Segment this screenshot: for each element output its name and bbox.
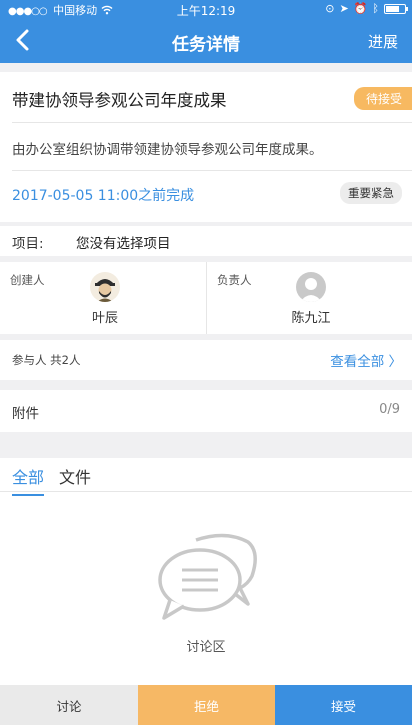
accept-button[interactable]: 接受 [275,685,412,725]
assignee-role-label: 负责人 [217,273,252,287]
lock-rotation-icon: ⊙ [325,2,335,15]
assignee-avatar [296,272,326,302]
location-icon: ➤ [339,2,349,15]
discussion-card: 全部 文件 讨论区 [0,458,412,685]
assignee-section[interactable]: 负责人 陈九江 [206,262,412,334]
status-icons: ⊙ ➤ ⏰ ᛒ [325,2,408,15]
view-all-link[interactable]: 查看全部 〉 [330,350,402,370]
task-info-card: 带建协领导参观公司年度成果 待接受 由办公室组织协调带领建协领导参观公司年度成果… [0,72,412,222]
status-badge: 待接受 [353,87,412,110]
participants-row: 参与人 共2人 查看全部 〉 [0,340,412,380]
battery-level [386,5,399,12]
battery-icon [384,3,408,14]
chat-bubbles-icon [156,524,260,628]
task-description: 由办公室组织协调带领建协领导参观公司年度成果。 [12,142,323,158]
attachments-count: 0/9 [379,402,400,417]
creator-name: 叶辰 [91,311,118,326]
people-card: 创建人 叶辰 负责人 陈九江 [0,262,412,334]
discussion-empty-label: 讨论区 [186,640,226,655]
tab-files[interactable]: 文件 [59,464,91,494]
task-title: 带建协领导参观公司年度成果 [12,91,227,110]
bluetooth-icon: ᛒ [372,2,379,15]
attachments-label: 附件 [12,406,39,422]
bottom-action-bar: 讨论 拒绝 接受 [0,685,412,725]
tabs-divider [0,491,412,492]
assignee-name: 陈九江 [291,311,331,326]
creator-section[interactable]: 创建人 叶辰 [0,262,206,334]
alarm-icon: ⏰ [353,2,368,15]
status-bar: ●●●○○ 中国移动 上午12:19 ⊙ ➤ ⏰ ᛒ [0,0,412,18]
project-value: 您没有选择项目 [76,236,171,252]
project-label: 项目: [12,236,44,252]
discuss-button[interactable]: 讨论 [0,685,138,725]
progress-button[interactable]: 进展 [368,31,398,52]
creator-role-label: 创建人 [10,273,45,287]
divider [12,170,412,171]
creator-avatar [90,272,120,302]
divider [12,122,412,123]
reject-button[interactable]: 拒绝 [138,685,275,725]
page-title: 任务详情 [172,35,240,55]
due-date[interactable]: 2017-05-05 11:00之前完成 [12,185,194,205]
project-row[interactable]: 项目: 您没有选择项目 [0,226,412,256]
priority-tag[interactable]: 重要紧急 [340,182,402,204]
participants-label: 参与人 共2人 [12,353,81,367]
nav-bar: 任务详情 进展 [0,18,412,63]
attachments-row[interactable]: 附件 0/9 [0,390,412,432]
